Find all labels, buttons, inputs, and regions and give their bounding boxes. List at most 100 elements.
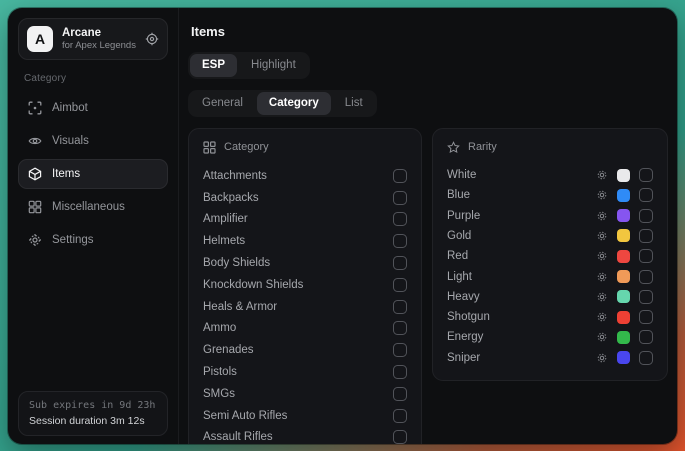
toggle-checkbox[interactable] [393,321,407,335]
toggle-checkbox[interactable] [639,168,653,182]
page-title: Items [191,24,668,39]
rarity-label: Red [447,250,468,262]
brand-text: Arcane for Apex Legends [62,26,136,52]
mode-tabs: ESP Highlight [188,52,310,79]
toggle-checkbox[interactable] [639,290,653,304]
rarity-label: Energy [447,331,483,343]
view-tabs-row: General Category List [188,90,668,117]
category-label: Pistols [203,366,237,378]
brand-settings-icon[interactable] [145,32,159,46]
sidebar-item-settings[interactable]: Settings [18,225,168,255]
eye-icon [28,134,42,148]
rarity-row: Shotgun [447,307,653,327]
category-row: Semi Auto Rifles [203,405,407,427]
rarity-label: Gold [447,230,471,242]
brand-logo: A [27,26,53,52]
grid-icon [203,141,216,154]
toggle-checkbox[interactable] [393,212,407,226]
color-swatch[interactable] [617,270,630,283]
toggle-checkbox[interactable] [639,351,653,365]
rarity-panel-title: Rarity [468,141,497,153]
rarity-settings-icon[interactable] [596,210,608,222]
rarity-panel: Rarity White Blue [432,128,668,381]
rarity-settings-icon[interactable] [596,331,608,343]
rarity-row: Light [447,266,653,286]
color-swatch[interactable] [617,169,630,182]
toggle-checkbox[interactable] [393,300,407,314]
star-icon [447,141,460,154]
toggle-checkbox[interactable] [639,209,653,223]
rarity-settings-icon[interactable] [596,250,608,262]
sidebar-item-label: Settings [52,234,94,246]
rarity-label: Purple [447,210,480,222]
toggle-checkbox[interactable] [639,229,653,243]
rarity-settings-icon[interactable] [596,189,608,201]
rarity-settings-icon[interactable] [596,271,608,283]
sidebar-item-miscellaneous[interactable]: Miscellaneous [18,192,168,222]
rarity-settings-icon[interactable] [596,311,608,323]
category-label: Heals & Armor [203,301,277,313]
rarity-label: White [447,169,476,181]
app-window: A Arcane for Apex Legends Category Aimbo [8,8,677,444]
toggle-checkbox[interactable] [639,188,653,202]
tab-esp[interactable]: ESP [190,54,237,77]
category-label: Amplifier [203,213,248,225]
toggle-checkbox[interactable] [393,169,407,183]
color-swatch[interactable] [617,290,630,303]
rarity-row: Heavy [447,287,653,307]
color-swatch[interactable] [617,229,630,242]
toggle-checkbox[interactable] [393,191,407,205]
rarity-label: Sniper [447,352,480,364]
toggle-checkbox[interactable] [393,409,407,423]
category-label: Knockdown Shields [203,279,303,291]
toggle-checkbox[interactable] [639,249,653,263]
color-swatch[interactable] [617,311,630,324]
rarity-settings-icon[interactable] [596,230,608,242]
color-swatch[interactable] [617,331,630,344]
sidebar-item-label: Miscellaneous [52,201,125,213]
tab-category[interactable]: Category [257,92,331,115]
toggle-checkbox[interactable] [639,330,653,344]
tab-highlight[interactable]: Highlight [239,54,308,77]
rarity-label: Blue [447,189,470,201]
category-label: Attachments [203,170,267,182]
color-swatch[interactable] [617,209,630,222]
toggle-checkbox[interactable] [639,310,653,324]
category-label: Grenades [203,344,254,356]
sidebar-item-label: Items [52,168,80,180]
toggle-checkbox[interactable] [393,343,407,357]
category-panel-title: Category [224,141,269,153]
color-swatch[interactable] [617,250,630,263]
sidebar-section-label: Category [24,73,162,84]
subscription-expiry: Sub expires in 9d 23h [29,400,157,411]
toggle-checkbox[interactable] [393,430,407,444]
rarity-row: Blue [447,185,653,205]
toggle-checkbox[interactable] [393,278,407,292]
toggle-checkbox[interactable] [393,256,407,270]
toggle-checkbox[interactable] [393,234,407,248]
category-label: Body Shields [203,257,270,269]
toggle-checkbox[interactable] [639,270,653,284]
tab-list[interactable]: List [333,92,375,115]
rarity-row: Red [447,246,653,266]
category-label: SMGs [203,388,235,400]
rarity-settings-icon[interactable] [596,352,608,364]
sidebar-item-aimbot[interactable]: Aimbot [18,93,168,123]
category-row: Helmets [203,230,407,252]
rarity-settings-icon[interactable] [596,169,608,181]
category-row: Amplifier [203,208,407,230]
category-row: Body Shields [203,252,407,274]
sidebar-item-label: Aimbot [52,102,88,114]
brand-name: Arcane [62,26,136,40]
rarity-settings-icon[interactable] [596,291,608,303]
sidebar-item-items[interactable]: Items [18,159,168,189]
color-swatch[interactable] [617,189,630,202]
category-label: Semi Auto Rifles [203,410,287,422]
toggle-checkbox[interactable] [393,365,407,379]
sidebar-item-visuals[interactable]: Visuals [18,126,168,156]
tab-general[interactable]: General [190,92,255,115]
toggle-checkbox[interactable] [393,387,407,401]
color-swatch[interactable] [617,351,630,364]
gear-icon [28,233,42,247]
mode-tabs-row: ESP Highlight [188,52,668,79]
